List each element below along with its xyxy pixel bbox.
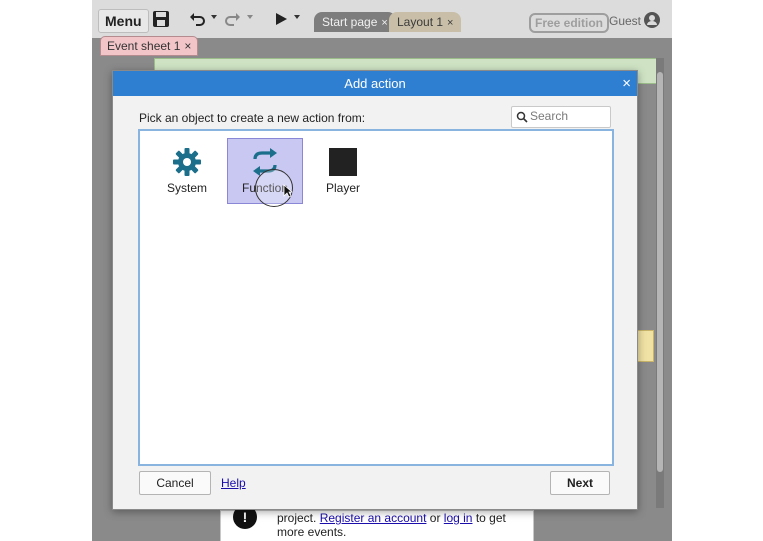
undo-icon[interactable] <box>188 10 206 28</box>
login-link[interactable]: log in <box>444 511 473 525</box>
guest-label[interactable]: Guest <box>609 14 641 28</box>
scrollbar-thumb[interactable] <box>657 72 663 472</box>
close-icon[interactable]: × <box>622 71 631 96</box>
tab-event-sheet-1[interactable]: Event sheet 1 × <box>100 36 199 56</box>
notice-text-before: project. <box>277 511 317 525</box>
close-icon[interactable]: × <box>447 17 453 29</box>
notice-line-2: more events. <box>277 525 347 539</box>
tab-layout-1[interactable]: Layout 1 × <box>389 12 462 32</box>
object-player[interactable]: Player <box>306 139 380 203</box>
event-limit-notice: ! project. Register an account or log in… <box>220 505 534 541</box>
tab-layout-1-label: Layout 1 <box>397 15 444 29</box>
notice-text-after: to get <box>475 511 506 525</box>
player-sprite-icon <box>329 148 357 176</box>
free-edition-badge[interactable]: Free edition <box>529 13 610 33</box>
notice-or: or <box>429 511 441 525</box>
gear-icon <box>173 148 201 176</box>
object-label: System <box>166 181 207 195</box>
add-action-dialog: Add action × Pick an object to create a … <box>112 70 638 510</box>
tab-event-sheet-1-label: Event sheet 1 <box>107 39 181 53</box>
save-icon[interactable] <box>152 10 170 28</box>
toolbar: Menu Start page × Layout 1 × Free edition … <box>92 0 672 39</box>
next-button[interactable]: Next <box>550 471 610 495</box>
menu-button[interactable]: Menu <box>98 9 149 33</box>
object-system[interactable]: System <box>150 139 224 203</box>
redo-dropdown-icon[interactable] <box>247 15 253 19</box>
redo-icon[interactable] <box>224 10 242 28</box>
undo-dropdown-icon[interactable] <box>211 15 217 19</box>
search-icon <box>516 111 528 123</box>
dialog-prompt: Pick an object to create a new action fr… <box>139 111 366 125</box>
search-box[interactable] <box>511 106 611 128</box>
play-dropdown-icon[interactable] <box>294 15 300 19</box>
object-list: System Function Player <box>138 129 614 466</box>
close-icon[interactable]: × <box>184 39 191 53</box>
dialog-title-text: Add action <box>344 76 406 91</box>
tab-start-page[interactable]: Start page × <box>314 12 396 32</box>
search-input[interactable] <box>530 108 606 124</box>
dialog-title: Add action × <box>113 71 637 96</box>
tab-start-page-label: Start page <box>322 15 378 29</box>
user-icon[interactable] <box>644 12 660 28</box>
cancel-button[interactable]: Cancel <box>139 471 211 495</box>
mouse-pointer-icon <box>283 184 293 198</box>
close-icon[interactable]: × <box>381 17 387 29</box>
help-link[interactable]: Help <box>221 476 246 490</box>
notice-text: project. Register an account or log in t… <box>277 511 506 539</box>
register-link[interactable]: Register an account <box>320 511 427 525</box>
object-label: Player <box>325 181 360 195</box>
play-icon[interactable] <box>272 10 290 28</box>
